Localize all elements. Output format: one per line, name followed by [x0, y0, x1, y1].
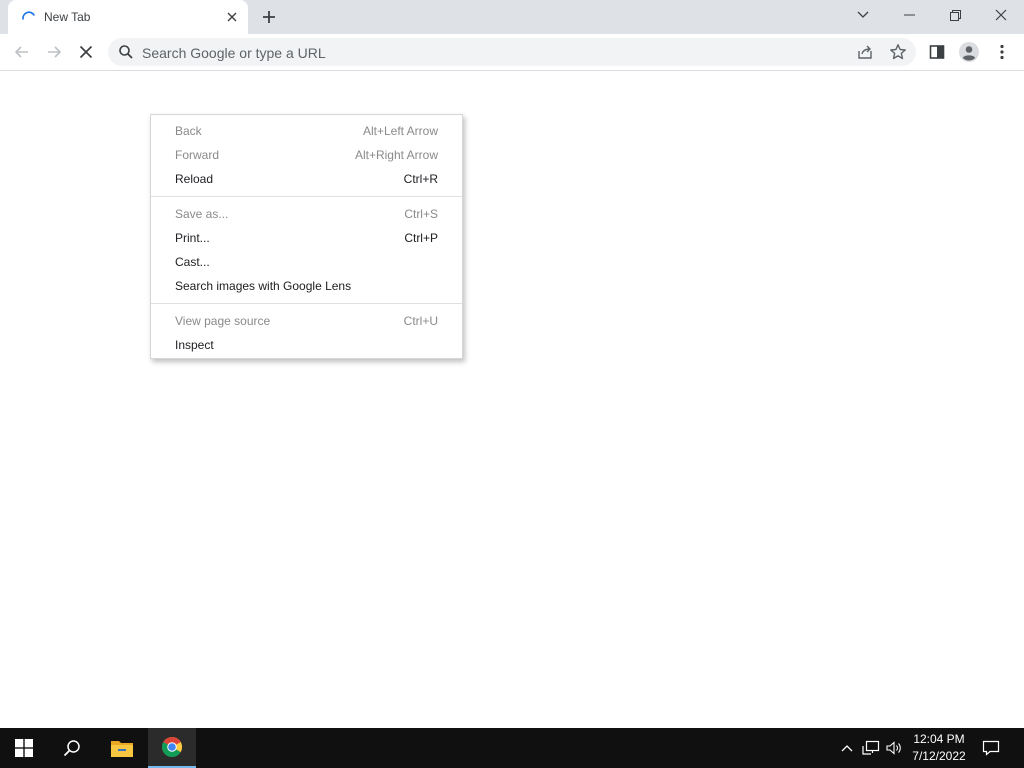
menu-item-label: Forward — [175, 148, 220, 162]
menu-item-view-page-source[interactable]: View page source Ctrl+U — [151, 309, 462, 333]
star-icon[interactable] — [889, 43, 907, 61]
new-tab-button[interactable] — [258, 6, 280, 28]
menu-item-label: Cast... — [175, 255, 210, 269]
back-button[interactable] — [8, 38, 36, 66]
forward-arrow-icon — [48, 46, 62, 58]
loading-spinner-icon — [21, 9, 36, 24]
close-icon[interactable] — [223, 8, 241, 26]
file-explorer-icon — [111, 741, 133, 757]
show-hidden-icons-button[interactable] — [838, 739, 856, 757]
tab-new-tab[interactable]: New Tab — [8, 0, 248, 34]
menu-item-label: Search images with Google Lens — [175, 279, 352, 293]
stop-button[interactable] — [72, 38, 100, 66]
tab-strip: New Tab — [0, 0, 1024, 34]
chevron-down-icon — [857, 11, 869, 18]
notification-icon — [982, 740, 1000, 756]
stop-icon — [79, 45, 93, 59]
context-menu: Back Alt+Left Arrow Forward Alt+Right Ar… — [150, 114, 463, 359]
menu-item-shortcut: Alt+Left Arrow — [362, 124, 438, 138]
menu-item-label: Inspect — [175, 338, 214, 352]
taskbar: 12:04 PM 7/12/2022 — [0, 728, 1024, 768]
menu-item-forward[interactable]: Forward Alt+Right Arrow — [151, 143, 462, 167]
menu-item-label: Reload — [175, 172, 214, 186]
menu-item-cast[interactable]: Cast... — [151, 250, 462, 274]
omnibox-placeholder: Search Google or type a URL — [142, 45, 326, 61]
taskbar-clock[interactable]: 12:04 PM 7/12/2022 — [900, 731, 978, 765]
menu-item-shortcut: Ctrl+S — [404, 207, 438, 221]
search-icon — [118, 44, 134, 60]
chrome-taskbar-button[interactable] — [148, 728, 196, 768]
profile-button[interactable] — [955, 38, 983, 66]
browser-toolbar: Search Google or type a URL — [0, 34, 1024, 71]
share-icon[interactable] — [856, 43, 874, 61]
start-button[interactable] — [0, 728, 48, 768]
tab-search-button[interactable] — [840, 0, 886, 30]
action-center-button[interactable] — [982, 739, 1000, 757]
menu-item-shortcut: Ctrl+R — [403, 172, 438, 186]
search-icon — [63, 740, 80, 757]
minimize-icon — [903, 14, 915, 16]
restore-button[interactable] — [932, 0, 978, 30]
network-button[interactable] — [862, 739, 880, 757]
menu-item-label: Print... — [175, 231, 210, 245]
minimize-button[interactable] — [886, 0, 932, 30]
network-icon — [862, 740, 880, 755]
menu-item-search-google-lens[interactable]: Search images with Google Lens — [151, 274, 462, 298]
menu-item-reload[interactable]: Reload Ctrl+R — [151, 167, 462, 191]
clock-date: 7/12/2022 — [912, 749, 966, 763]
chrome-icon — [162, 737, 182, 757]
tab-title: New Tab — [44, 10, 91, 24]
menu-item-shortcut: Ctrl+P — [404, 231, 438, 245]
menu-item-label: Back — [175, 124, 202, 138]
menu-item-shortcut: Ctrl+U — [403, 314, 438, 328]
menu-separator — [151, 196, 462, 197]
forward-button[interactable] — [40, 38, 68, 66]
menu-item-label: Save as... — [175, 207, 229, 221]
restore-icon — [949, 9, 961, 21]
windows-logo-icon — [15, 739, 33, 757]
side-panel-button[interactable] — [923, 38, 951, 66]
side-panel-icon — [929, 45, 945, 59]
omnibox[interactable]: Search Google or type a URL — [108, 38, 916, 66]
close-window-button[interactable] — [978, 0, 1024, 30]
file-explorer-button[interactable] — [98, 728, 146, 768]
back-arrow-icon — [14, 46, 28, 58]
menu-item-inspect[interactable]: Inspect — [151, 333, 462, 357]
plus-icon — [263, 11, 275, 23]
profile-icon — [959, 42, 979, 62]
clock-time: 12:04 PM — [913, 732, 965, 746]
menu-item-shortcut: Alt+Right Arrow — [354, 148, 438, 162]
menu-item-save-as[interactable]: Save as... Ctrl+S — [151, 202, 462, 226]
close-icon — [995, 9, 1007, 21]
more-vertical-icon — [1000, 44, 1004, 60]
chevron-up-icon — [841, 745, 853, 752]
menu-separator — [151, 303, 462, 304]
menu-item-back[interactable]: Back Alt+Left Arrow — [151, 119, 462, 143]
menu-item-print[interactable]: Print... Ctrl+P — [151, 226, 462, 250]
taskbar-search-button[interactable] — [48, 728, 96, 768]
more-menu-button[interactable] — [988, 38, 1016, 66]
menu-item-label: View page source — [175, 314, 271, 328]
